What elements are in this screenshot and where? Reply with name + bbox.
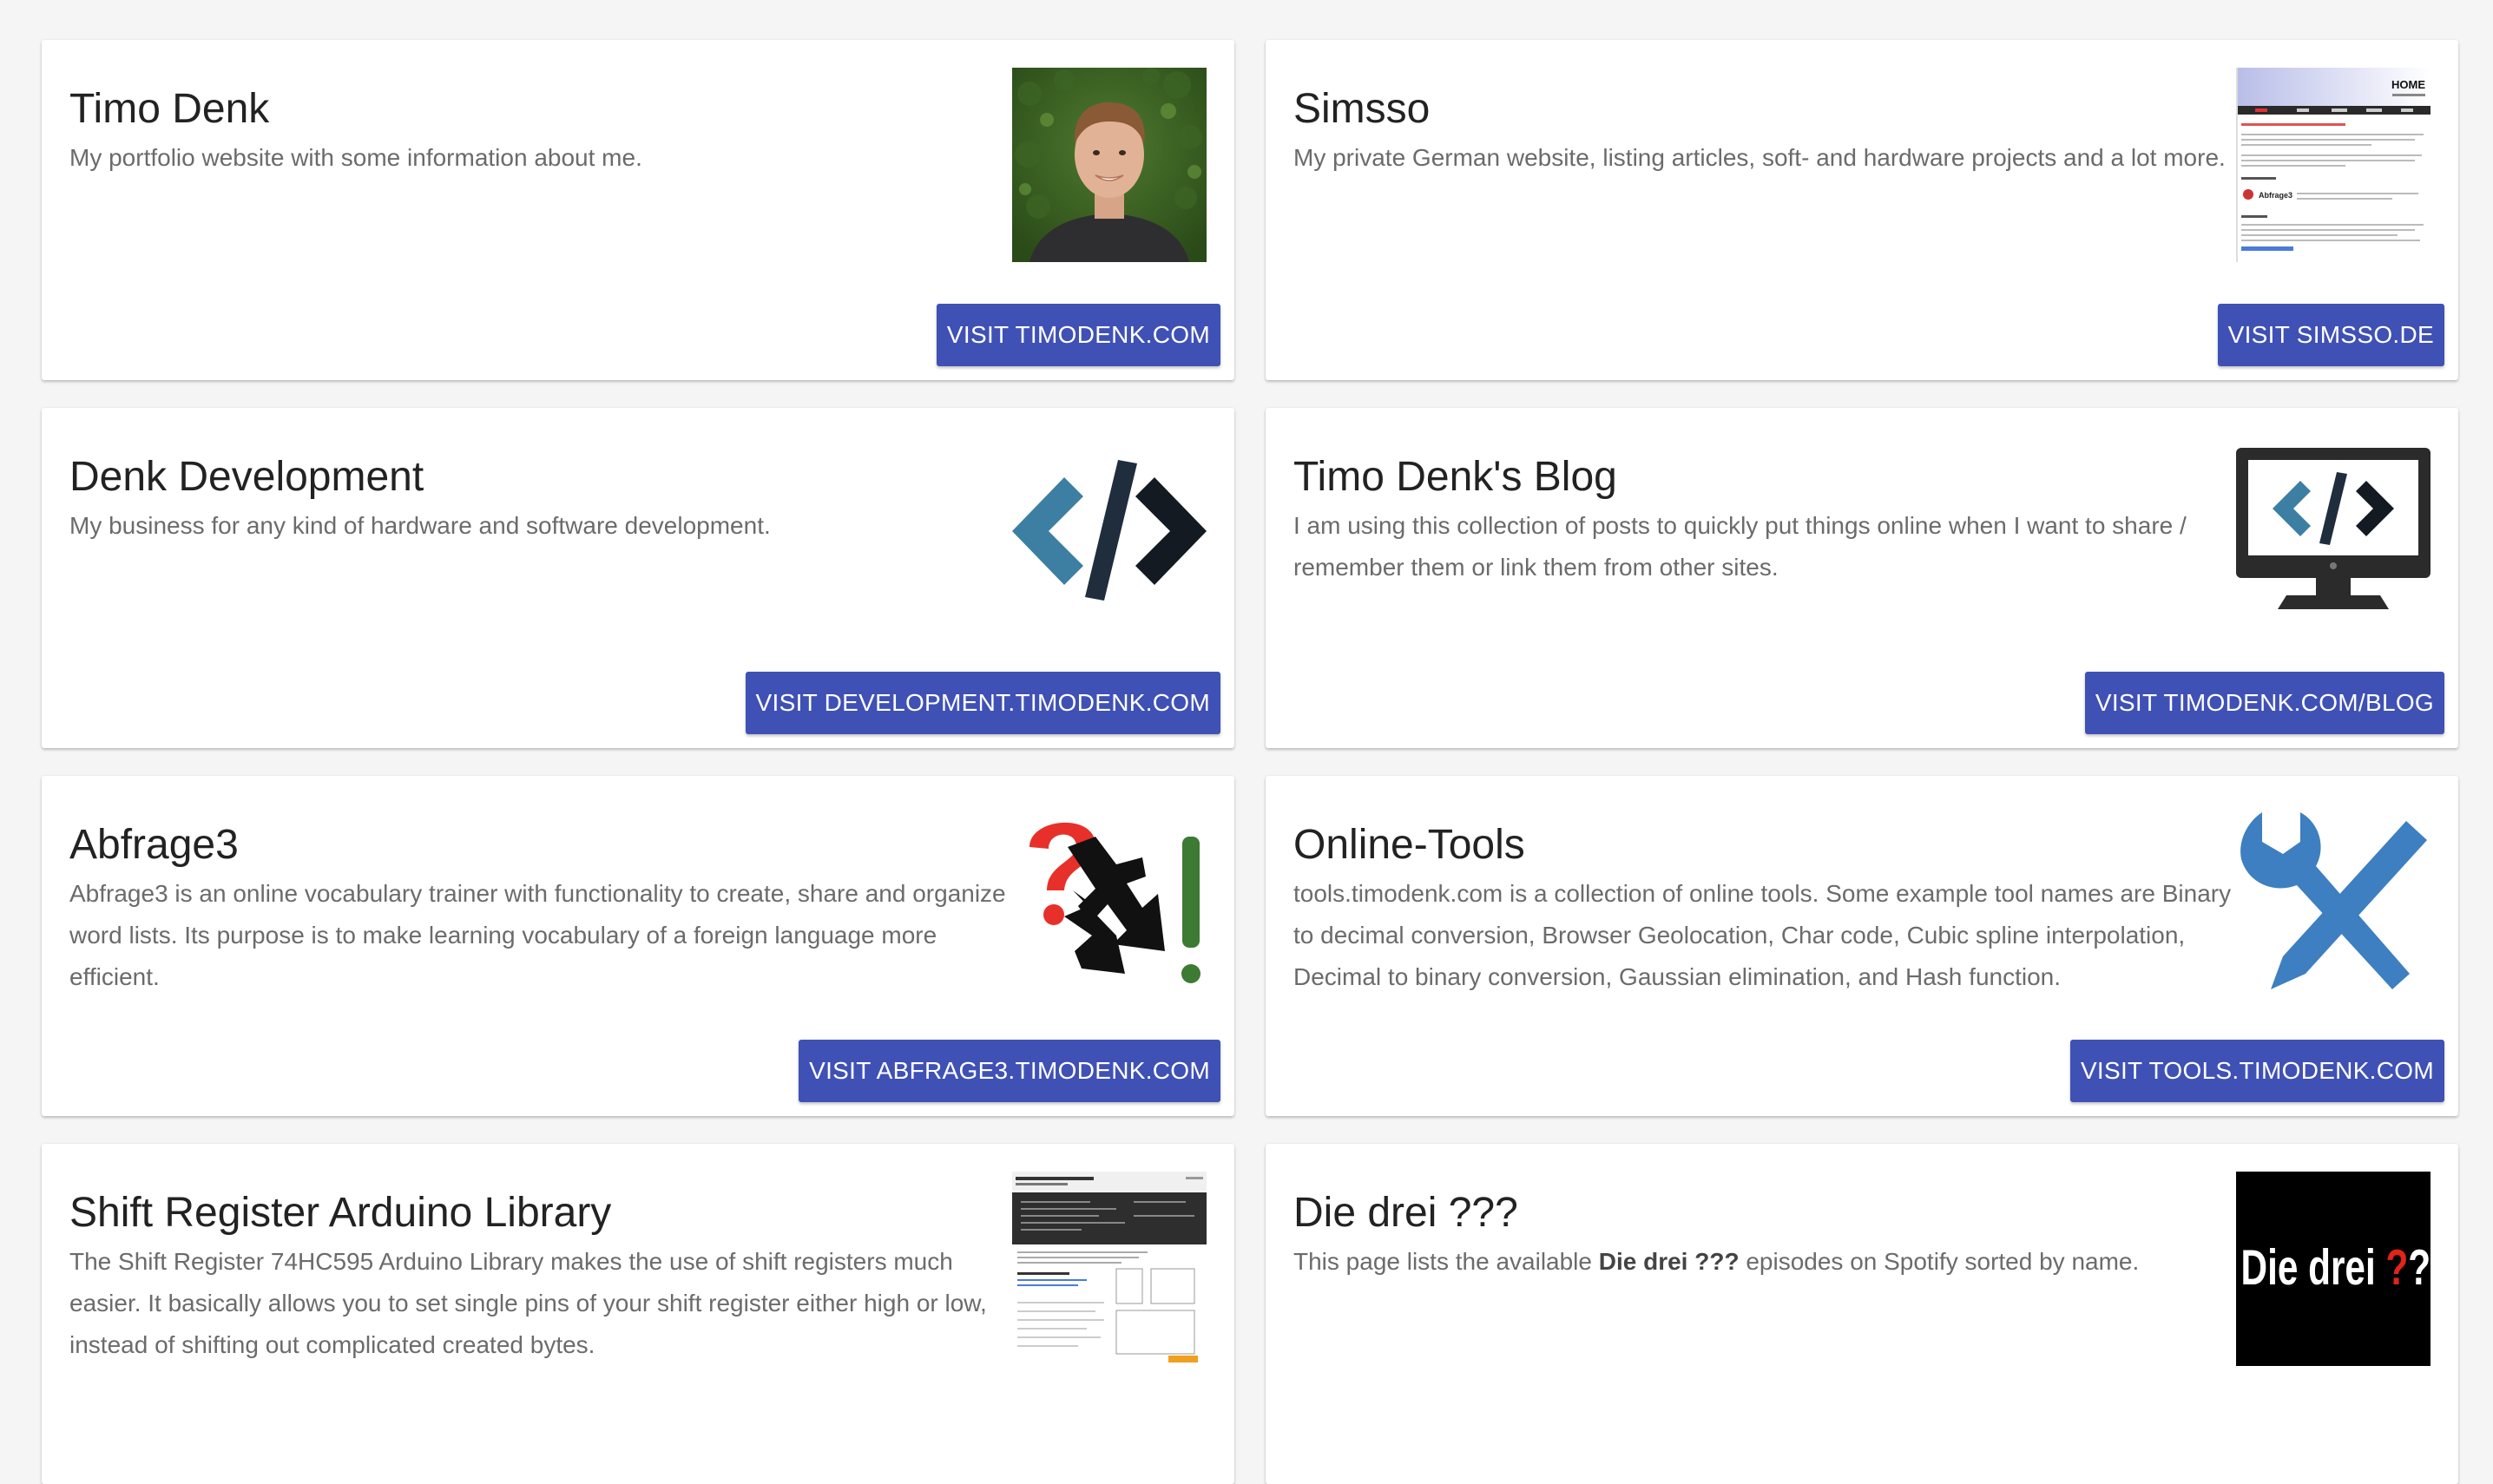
card-title: Timo Denk's Blog [1293,454,1617,500]
visit-tools-button[interactable]: VISIT TOOLS.TIMODENK.COM [2069,1040,2444,1102]
project-card-grid: Timo Denk My portfolio website with some… [42,40,2458,1484]
monitor-code-icon [2236,448,2431,609]
library-page-screenshot [1012,1172,1207,1366]
card-title: Die drei ??? [1293,1190,1518,1236]
card-online-tools: Online-Tools tools.timodenk.com is a col… [1266,776,2458,1116]
card-description: My business for any kind of hardware and… [69,512,771,539]
visit-blog-button[interactable]: VISIT TIMODENK.COM/BLOG [2084,672,2444,734]
card-denk-development: Denk Development My business for any kin… [42,408,1234,748]
card-abfrage3: Abfrage3 Abfrage3 is an online vocabular… [42,776,1234,1116]
card-simsso: Simsso My private German website, listin… [1266,40,2458,380]
die-drei-logo: Die drei ??? [2236,1172,2431,1366]
visit-development-button[interactable]: VISIT DEVELOPMENT.TIMODENK.COM [745,672,1220,734]
question-arrow-exclamation-logo [1029,822,1200,983]
wrench-screwdriver-icon [2240,812,2427,989]
card-description: This page lists the available Die drei ?… [1293,1248,2140,1275]
website-screenshot: HOME Abfrage3 [2236,68,2431,262]
card-title: Timo Denk [69,86,270,132]
card-description: My portfolio website with some informati… [69,144,642,171]
card-title: Denk Development [69,454,424,500]
card-timo-denk: Timo Denk My portfolio website with some… [42,40,1234,380]
card-description: My private German website, listing artic… [1293,144,2226,171]
card-description: The Shift Register 74HC595 Arduino Libra… [69,1248,987,1358]
card-shift-register-library: Shift Register Arduino Library The Shift… [42,1144,1234,1484]
portrait-photo [1012,68,1207,262]
card-title: Abfrage3 [69,822,239,868]
card-description: tools.timodenk.com is a collection of on… [1293,880,2232,990]
thumb-abfrage3-label: Abfrage3 [2259,191,2292,200]
card-description: I am using this collection of posts to q… [1293,512,2187,581]
svg-text:Die drei ???: Die drei ??? [2241,1239,2431,1296]
card-title: Shift Register Arduino Library [69,1190,612,1236]
thumb-home-label: HOME [2391,78,2425,91]
visit-simsso-button[interactable]: VISIT SIMSSO.DE [2217,304,2444,366]
card-blog: Timo Denk's Blog I am using this collect… [1266,408,2458,748]
visit-abfrage3-button[interactable]: VISIT ABFRAGE3.TIMODENK.COM [799,1040,1220,1102]
card-title: Simsso [1293,86,1431,132]
card-description: Abfrage3 is an online vocabulary trainer… [69,880,1006,990]
card-title: Online-Tools [1293,822,1525,868]
code-brackets-icon [1012,460,1207,601]
card-die-drei: Die drei ??? This page lists the availab… [1266,1144,2458,1484]
visit-timodenk-button[interactable]: VISIT TIMODENK.COM [936,304,1220,366]
